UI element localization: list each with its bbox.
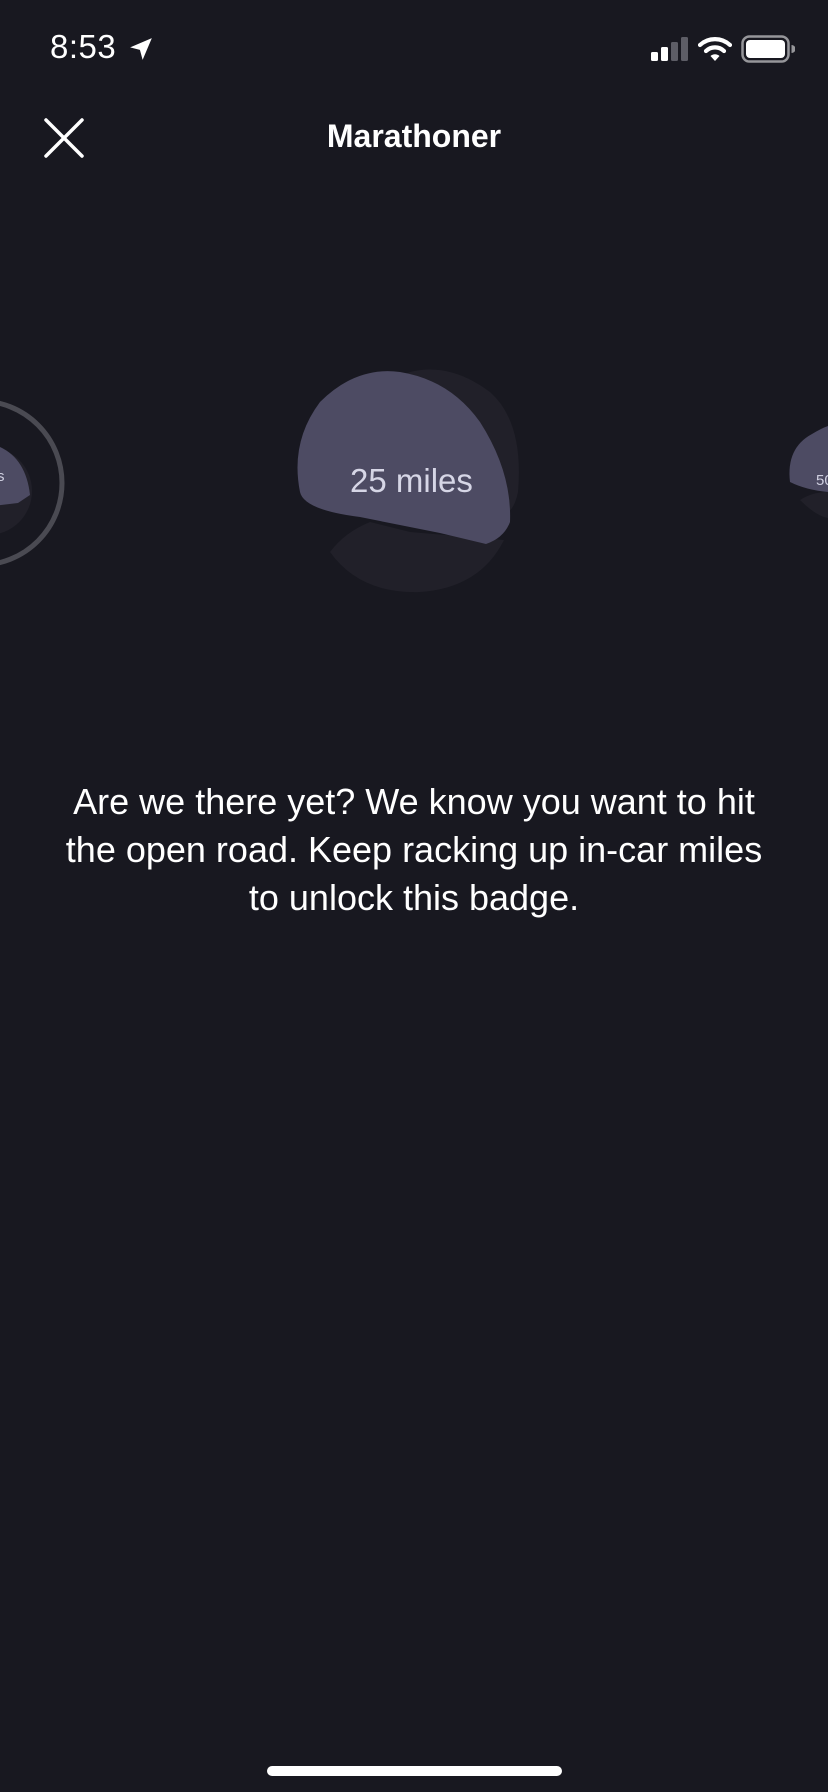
badge-description: Are we there yet? We know you want to hi… [65,781,763,918]
badge-label: 50 [816,472,828,489]
page-title: Marathoner [326,118,502,154]
badge-label: 25 miles [350,462,473,499]
home-indicator[interactable] [267,1766,562,1776]
badge-previous[interactable]: s [0,395,68,571]
status-bar: 8:53 [0,0,828,100]
badge-next[interactable]: 50 [786,420,828,540]
wifi-icon [698,37,732,61]
cellular-signal-icon [651,37,688,61]
badge-label: s [0,468,5,485]
badge-locked-icon [0,400,65,566]
badge-detail-screen: 8:53 Marathoner s 25 miles 5 Are we ther… [0,0,828,1792]
battery-icon [741,35,795,63]
badge-selected[interactable]: 25 miles [290,362,540,602]
location-arrow-icon [130,38,152,60]
status-time: 8:53 [50,28,117,65]
